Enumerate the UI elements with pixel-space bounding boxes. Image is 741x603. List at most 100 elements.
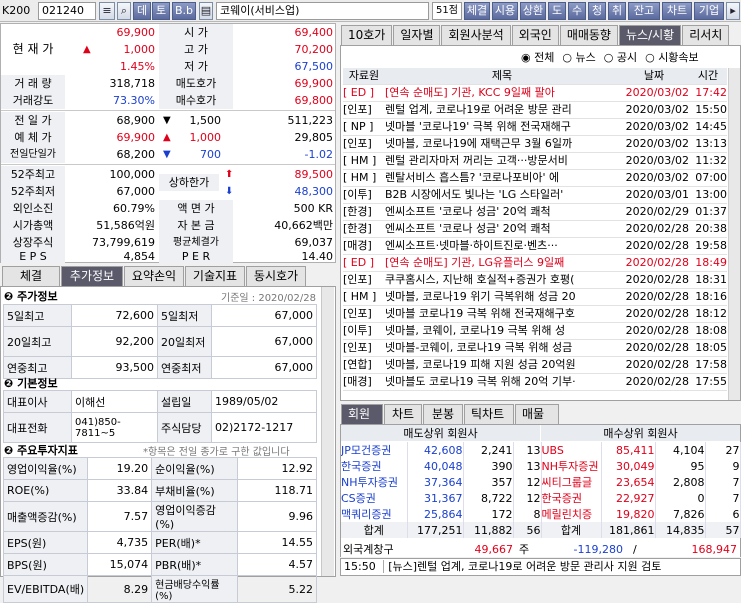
menu-btn-4[interactable]: 수 — [568, 2, 586, 20]
menu-btn-3[interactable]: 도 — [548, 2, 566, 20]
table-row: ROE(%) 33.84 부채비율(%) 118.71 — [2, 479, 317, 502]
table-cell: 5일최저 — [157, 304, 212, 327]
broker-cell: 7 — [705, 474, 741, 490]
tab-auction[interactable]: 동시호가 — [246, 266, 306, 286]
filter-market[interactable]: ○ 시황속보 — [645, 49, 699, 65]
news-source: [매경] — [343, 373, 385, 391]
table-row: 영업이익율(%) 19.20 순이익율(%) 12.92 — [2, 457, 317, 480]
tab-orderbook[interactable]: 10호가 — [341, 25, 393, 45]
news-row[interactable]: [이투] B2B 시장에서도 빛나는 'LG 스타일러' 2020/03/01 13:… — [343, 186, 727, 204]
tab-chart[interactable]: 차트 — [384, 404, 422, 424]
bullet-icon: ❷ — [4, 377, 18, 390]
toolbar-btn-1[interactable]: 토 — [152, 2, 170, 20]
filter-all[interactable]: ◉ 전체 — [521, 49, 554, 65]
tab-news[interactable]: 뉴스/시황 — [618, 25, 682, 45]
tab-trades[interactable]: 체결 — [2, 266, 60, 286]
left-tabs: 체결 추가정보 요약손익 기술지표 동시호가 — [2, 266, 307, 286]
right-tabs: 10호가 일자별 회원사분석 외국인 매매동향 뉴스/시황 리서치 — [341, 25, 730, 45]
table-cell: EPS(원) — [2, 531, 89, 554]
news-row[interactable]: [인포] 넷마블, 코로나19에 재택근무 3월 6일까 2020/03/02 13:… — [343, 135, 727, 153]
indicator-title: 주요투자지표 — [17, 444, 78, 457]
filter-label: 시황속보 — [658, 51, 699, 64]
change-value: 1,000 — [123, 43, 156, 56]
news-row[interactable]: [매경] 넷마블도 코로나19 극복 위해 20억 기부· 2020/02/28 17… — [343, 373, 727, 391]
news-date: 2020/02/28 — [619, 237, 689, 255]
news-title: 엔씨소프트 '코로나 성금' 20억 쾌척 — [385, 220, 619, 238]
basic-table: 대표이사 이해선 설립일 1989/05/02 대표전화 041)850-7811~5 주… — [3, 390, 317, 443]
news-row[interactable]: [인포] 넷마블 코로나19 극복 위해 전국재해구호 2020/02/28 18:1… — [343, 305, 727, 323]
stock-code-input[interactable]: 021240 — [38, 2, 96, 20]
tab-foreign[interactable]: 외국인 — [511, 25, 559, 45]
stock-name-field: 코웨이(서비스업) — [216, 2, 429, 20]
news-row[interactable]: [인포] 넷마블-코웨이, 코로나19 극복 위해 성금 2020/02/28 18:… — [343, 339, 727, 357]
per-label: P E R — [159, 250, 233, 263]
news-row[interactable]: [인포] 쿠쿠홈시스, 지난해 호실적+증권가 호평(2020/02/28 18:3… — [343, 271, 727, 289]
news-row[interactable]: [이투] 넷마블, 코웨이, 코로나19 극복 위해 성 2020/02/28 18:… — [343, 322, 727, 340]
broker-cell: 181,861 — [601, 522, 656, 538]
tab-minute[interactable]: 분봉 — [423, 404, 463, 424]
news-row[interactable]: [인포] 렌털 업계, 코로나19로 어려운 방문 관리 2020/03/02 15:… — [343, 101, 727, 119]
tab-tick[interactable]: 틱차트 — [464, 404, 514, 424]
tab-research[interactable]: 리서치 — [682, 25, 730, 45]
news-date: 2020/03/02 — [619, 118, 689, 136]
news-row[interactable]: [매경] 엔씨소프트·넷마블·하이트진로·벤츠··· 2020/02/28 19:58 — [343, 237, 727, 255]
table-cell: 현금배당수익률(%) — [151, 575, 239, 603]
news-row[interactable]: [ ED ] [연속 순매도] 기관, LG유플러스 9일째 2020/02/28 1… — [343, 254, 727, 272]
news-scrollbar[interactable] — [728, 68, 740, 400]
table-row: 20일최고 92,200 20일최저 67,000 — [3, 326, 317, 357]
menu-btn-0[interactable]: 체결 — [464, 2, 490, 20]
tab-member[interactable]: 회원사분석 — [441, 25, 511, 45]
quote-row: 전 일 가 68,900 ▼ 1,500 511,223 — [1, 112, 335, 129]
basic-info-title: 기본정보 — [17, 377, 58, 390]
news-row[interactable]: [연합] 넷마블, 코로나19 피해 지원 성금 20억원 2020/02/28 17… — [343, 356, 727, 374]
news-row[interactable]: [ HM ] 렌탈서비스 흡스틈? '코로나포비아' 에 2020/03/02 07:… — [343, 169, 727, 187]
tab-trend[interactable]: 매매동향 — [559, 25, 618, 45]
tab-daily[interactable]: 일자별 — [393, 25, 441, 45]
menu-btn-5[interactable]: 청 — [588, 2, 606, 20]
more-icon[interactable]: ▸ — [726, 2, 740, 20]
mktcap-value: 51,586억원 — [96, 219, 155, 232]
menu-btn-7[interactable]: 잔고 — [628, 2, 660, 20]
menu-btn-2[interactable]: 상환 — [520, 2, 546, 20]
news-row[interactable]: [ HM ] 넷마블, 코로나19 위기 극복위해 성금 20 2020/02/28… — [343, 288, 727, 306]
list-icon[interactable]: ≡ — [99, 2, 115, 20]
news-title: 렌털 관리자마저 꺼리는 고객···방문서비 — [385, 152, 619, 170]
news-date: 2020/03/02 — [619, 101, 689, 119]
section-title: ❷ 기본정보 — [4, 375, 58, 391]
filter-disclosure[interactable]: ○ 공시 — [604, 49, 637, 65]
scrollbar[interactable] — [321, 287, 334, 576]
news-row[interactable]: [ HM ] 렌털 관리자마저 꺼리는 고객···방문서비 2020/03/02 11… — [343, 152, 727, 170]
col-title: 제목 — [385, 68, 619, 85]
tab-volume-profile[interactable]: 매물대 — [515, 404, 559, 439]
menu-btn-1[interactable]: 시용 — [492, 2, 518, 20]
menu-btn-8[interactable]: 차트 — [662, 2, 692, 20]
news-title: 넷마블, 코로나19에 재택근무 3월 6일까 — [385, 135, 619, 153]
news-row[interactable]: [한경] 엔씨소프트 '코로나 성금' 20억 쾌척 2020/02/29 01:37 — [343, 203, 727, 221]
news-row[interactable]: [ ED ] [연속 순매도] 기관, KCC 9일째 팔아 2020/03/02 1… — [343, 84, 727, 102]
expected-volume: 29,805 — [294, 131, 334, 144]
toolbar-btn-2[interactable]: B.b — [172, 2, 196, 20]
news-row[interactable]: [ NP ] 넷마블 '코로나19' 극복 위해 전국재해구 2020/03/02 1… — [343, 118, 727, 136]
copy-icon[interactable]: ▤ — [199, 2, 213, 20]
news-time: 19:58 — [689, 237, 727, 255]
quote-row: 외인소진 60.79% 액 면 가 500 KR — [1, 200, 335, 217]
news-source: [인포] — [343, 135, 385, 153]
table-row: 5일최고 72,600 5일최저 67,000 — [3, 304, 317, 327]
news-ticker[interactable]: 15:50 [뉴스]렌털 업계, 코로나19로 어려운 방문 관리사 지원 검토 — [340, 558, 741, 576]
news-row[interactable]: [한경] 엔씨소프트 '코로나 성금' 20억 쾌척 2020/02/28 20:38 — [343, 220, 727, 238]
tab-indicators[interactable]: 기술지표 — [185, 266, 245, 286]
search-icon[interactable]: ⌕ — [117, 2, 131, 20]
table-cell: 주식담당 — [157, 412, 212, 443]
table-cell: 영업이익증감(%) — [151, 501, 239, 532]
menu-btn-6[interactable]: 취 — [608, 2, 626, 20]
filter-news[interactable]: ○ 뉴스 — [562, 49, 595, 65]
table-cell: 15,074 — [87, 553, 153, 576]
menu-btn-9[interactable]: 기업 — [694, 2, 724, 20]
tab-summary[interactable]: 요약손익 — [124, 266, 184, 286]
quote-row: E P S 4,854 P E R 14.40 — [1, 250, 335, 263]
toolbar-btn-0[interactable]: 데 — [133, 2, 151, 20]
news-source: [인포] — [343, 101, 385, 119]
tab-broker[interactable]: 회원사 — [341, 404, 383, 439]
tab-extra-info[interactable]: 추가정보 — [61, 266, 123, 286]
news-source: [인포] — [343, 271, 385, 289]
